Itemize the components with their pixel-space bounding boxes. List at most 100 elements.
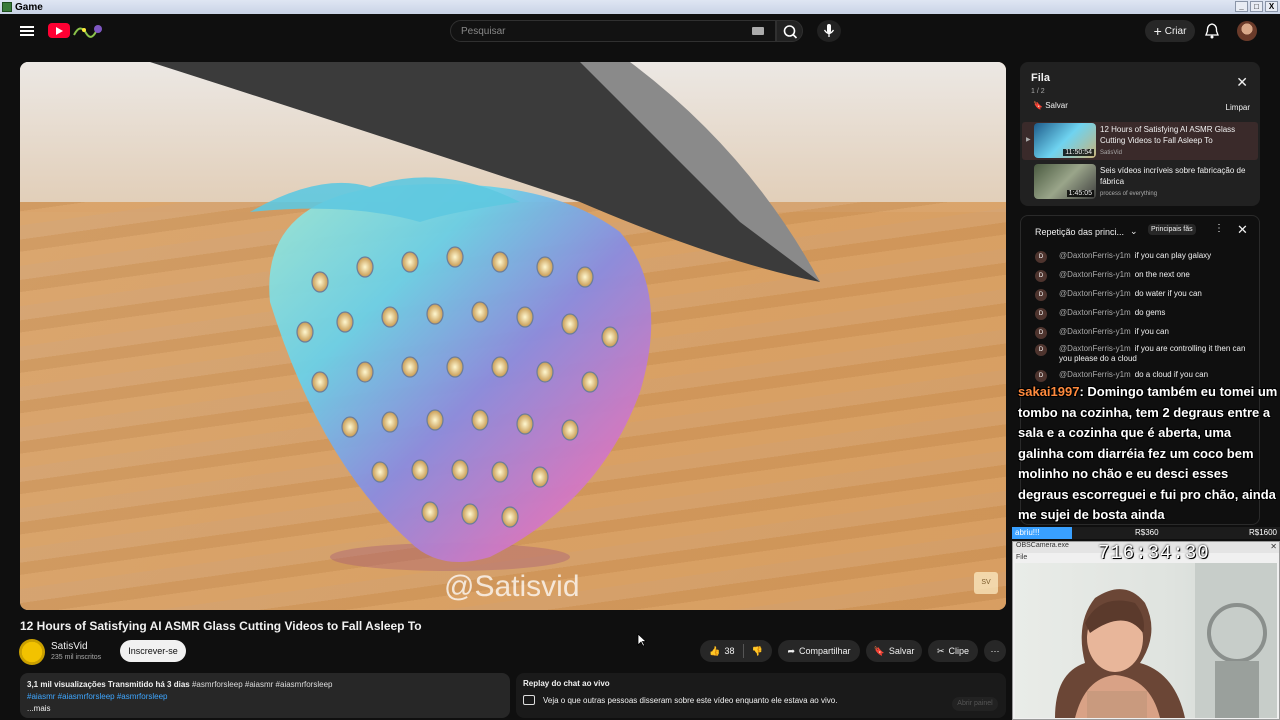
video-player[interactable] (20, 62, 1006, 610)
more-vertical-icon[interactable]: ⋮ (1214, 223, 1224, 234)
maximize-button[interactable]: □ (1250, 1, 1263, 12)
chat-avatar: D (1035, 308, 1047, 320)
search-button[interactable] (776, 20, 803, 42)
keyboard-icon[interactable] (752, 27, 764, 35)
chat-message: D @DaxtonFerris-y1m if you can play galaxy (1035, 251, 1255, 263)
camera-file-menu[interactable]: File (1016, 554, 1027, 561)
chat-author[interactable]: @DaxtonFerris-y1m (1059, 370, 1131, 379)
top-fans-badge[interactable]: Principais fãs (1148, 224, 1196, 235)
more-actions-button[interactable]: ⋯ (984, 640, 1006, 662)
queue-clear-button[interactable]: Limpar (1226, 103, 1250, 112)
more-icon: ⋯ (990, 645, 1000, 656)
queue-thumbnail: 1:45:05 (1034, 164, 1096, 199)
chat-avatar: D (1035, 289, 1047, 301)
chat-message: D @DaxtonFerris-y1m if you can (1035, 327, 1255, 339)
stream-timer: 716:34:30 (1098, 542, 1210, 564)
chat-message: D @DaxtonFerris-y1m do water if you can (1035, 289, 1255, 301)
create-label: Criar (1164, 25, 1187, 37)
chat-avatar: D (1035, 270, 1047, 282)
chat-text: do a cloud if you can (1134, 370, 1209, 379)
chat-avatar: D (1035, 344, 1047, 356)
like-count: 38 (724, 646, 735, 656)
save-label: Salvar (888, 646, 915, 656)
minimize-button[interactable]: _ (1235, 1, 1248, 12)
queue-title: Fila (1031, 72, 1050, 84)
chat-avatar: D (1035, 327, 1047, 339)
microphone-icon (823, 24, 835, 37)
menu-icon[interactable] (20, 26, 34, 36)
open-panel-button[interactable]: Abrir painel (952, 697, 998, 711)
queue-item-title: Seis vídeos incríveis sobre fabricação d… (1100, 166, 1246, 186)
queue-save-button[interactable]: 🔖 Salvar (1033, 101, 1068, 110)
chat-text: do gems (1134, 308, 1166, 317)
user-avatar[interactable] (1237, 21, 1257, 41)
notifications-bell-icon[interactable] (1204, 22, 1220, 40)
doodle-logo-icon[interactable] (72, 21, 104, 39)
chat-icon (523, 695, 535, 705)
queue-count: 1 / 2 (1031, 88, 1045, 95)
camera-close-icon[interactable]: ✕ (1270, 542, 1277, 551)
channel-name[interactable]: SatisVid (51, 641, 88, 652)
clip-button[interactable]: ✂ Clipe (928, 640, 978, 662)
chat-mode-dropdown[interactable]: Repetição das princi... ⌄ (1035, 226, 1138, 237)
chat-author[interactable]: @DaxtonFerris-y1m (1059, 289, 1131, 298)
thumbs-up-icon[interactable]: 👍 (709, 646, 720, 657)
bookmark-icon: 🔖 (1033, 101, 1043, 110)
description-box[interactable]: 3,1 mil visualizações Transmitido há 3 d… (20, 673, 510, 718)
video-title: 12 Hours of Satisfying AI ASMR Glass Cut… (20, 619, 422, 633)
subscriber-count: 235 mil inscritos (51, 654, 102, 661)
stream-overlay-message: sakai1997: Domingo também eu tomei um to… (1018, 382, 1280, 526)
webcam-feed-image (1015, 563, 1277, 718)
search-input[interactable]: Pesquisar (450, 20, 776, 42)
show-more-link[interactable]: ...mais (27, 703, 503, 715)
chat-replay-panel: Replay do chat ao vivo Veja o que outras… (516, 673, 1006, 718)
share-icon: ➦ (787, 645, 795, 656)
chat-author[interactable]: @DaxtonFerris-y1m (1059, 270, 1131, 279)
chat-replay-text: Veja o que outras pessoas disseram sobre… (543, 695, 838, 705)
chat-close-icon[interactable]: ✕ (1237, 222, 1248, 238)
queue-panel: Fila 1 / 2 ✕ 🔖 Salvar Limpar ▶ 11:50:54 … (1020, 62, 1260, 206)
mouse-cursor-icon (637, 633, 647, 647)
chat-message: D @DaxtonFerris-y1m on the next one (1035, 270, 1255, 282)
chat-author[interactable]: @DaxtonFerris-y1m (1059, 251, 1131, 260)
description-hashtags[interactable]: #aiasmr #aiasmrforsleep #asmrforsleep (27, 691, 503, 703)
goal-mid-value: R$360 (1135, 528, 1159, 537)
chat-message: D @DaxtonFerris-y1m do a cloud if you can (1035, 370, 1255, 382)
search-icon (783, 25, 798, 39)
chat-text: if you can play galaxy (1134, 251, 1212, 260)
now-playing-icon: ▶ (1026, 137, 1031, 143)
overlay-text: : Domingo também eu tomei um tombo na co… (1018, 384, 1278, 522)
chat-avatar: D (1035, 251, 1047, 263)
clip-label: Clipe (948, 646, 970, 656)
voice-search-button[interactable] (817, 20, 841, 42)
plus-icon: + (1153, 23, 1162, 39)
thumbs-down-icon[interactable]: 👎 (752, 646, 763, 657)
create-button[interactable]: + Criar (1145, 20, 1195, 42)
chat-replay-title: Replay do chat ao vivo (523, 679, 610, 688)
close-window-button[interactable]: X (1265, 1, 1278, 12)
like-dislike-group[interactable]: 👍 38 👎 (700, 640, 772, 662)
save-button[interactable]: 🔖 Salvar (866, 640, 922, 662)
chat-avatar: D (1035, 370, 1047, 382)
window-title-bar: Game _ □ X (0, 0, 1280, 14)
youtube-logo[interactable] (48, 23, 70, 38)
queue-item-channel: SatisVid (1100, 150, 1122, 156)
chat-text: if you can (1134, 327, 1169, 336)
chat-text: do water if you can (1134, 289, 1202, 298)
chat-author[interactable]: @DaxtonFerris-y1m (1059, 308, 1131, 317)
scissors-icon: ✂ (936, 645, 945, 656)
channel-avatar[interactable] (19, 639, 45, 665)
subscribe-button[interactable]: Inscrever-se (120, 640, 186, 662)
close-icon[interactable]: ✕ (1236, 74, 1248, 91)
video-watermark: @Satisvid (444, 570, 580, 603)
bookmark-icon: 🔖 (873, 645, 885, 656)
queue-item[interactable]: ▶ 11:50:54 12 Hours of Satisfying AI ASM… (1022, 122, 1258, 160)
chevron-down-icon: ⌄ (1130, 226, 1138, 236)
share-button[interactable]: ➦ Compartilhar (778, 640, 860, 662)
chat-author[interactable]: @DaxtonFerris-y1m (1059, 327, 1131, 336)
chat-author[interactable]: @DaxtonFerris-y1m (1059, 344, 1131, 353)
queue-item[interactable]: 1:45:05 Seis vídeos incríveis sobre fabr… (1022, 163, 1258, 201)
queue-thumbnail: 11:50:54 (1034, 123, 1096, 158)
goal-label: abriu!!! (1015, 528, 1040, 537)
queue-item-title: 12 Hours of Satisfying AI ASMR Glass Cut… (1100, 125, 1236, 145)
